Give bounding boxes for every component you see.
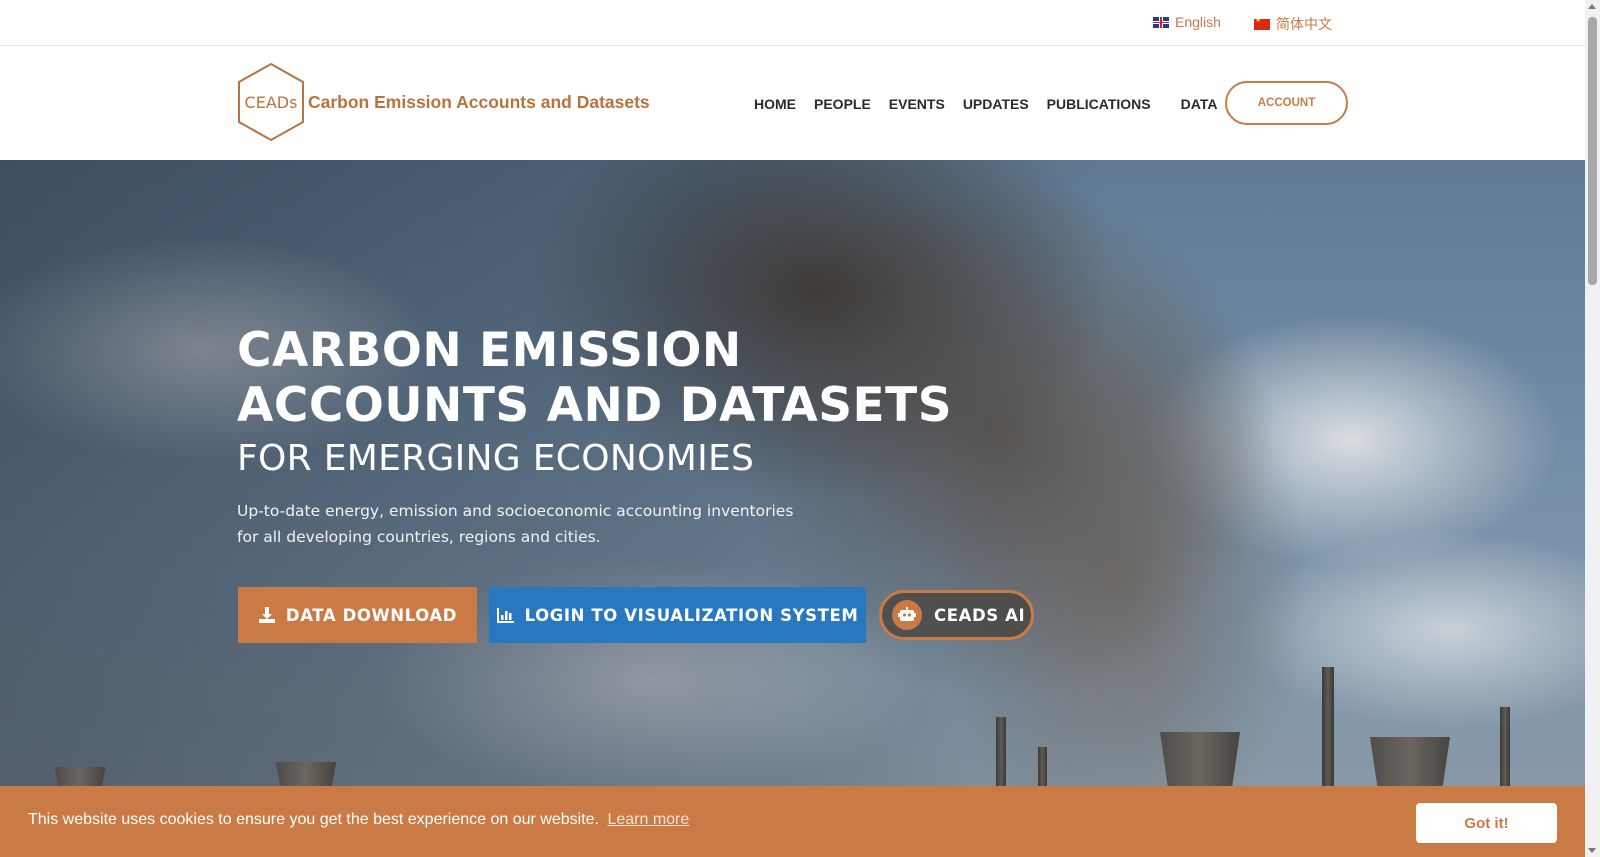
nav-events[interactable]: EVENTS	[889, 96, 945, 112]
download-icon	[258, 607, 275, 623]
account-button[interactable]: ACCOUNT	[1225, 81, 1348, 125]
language-english-link[interactable]: English	[1153, 14, 1221, 30]
ceads-ai-button[interactable]: CEADS AI	[879, 590, 1034, 640]
nav-home[interactable]: HOME	[754, 96, 796, 112]
cookie-learn-more-link[interactable]: Learn more	[607, 811, 689, 828]
hero-subtitle: FOR EMERGING ECONOMIES	[237, 438, 755, 479]
cookie-message-text: This website uses cookies to ensure you …	[28, 811, 599, 828]
language-english-label: English	[1175, 14, 1221, 30]
hero-description-line-2: for all developing countries, regions an…	[237, 528, 601, 546]
language-chinese-link[interactable]: 简体中文	[1254, 14, 1332, 34]
uk-flag-icon	[1153, 16, 1169, 28]
hero-description-line-1: Up-to-date energy, emission and socioeco…	[237, 502, 794, 520]
page-scrollbar[interactable]	[1585, 0, 1600, 857]
scroll-up-arrow-icon[interactable]	[1588, 4, 1596, 9]
data-download-label: DATA DOWNLOAD	[285, 605, 458, 625]
language-bar: English 简体中文	[0, 0, 1585, 46]
login-visualization-button[interactable]: LOGIN TO VISUALIZATION SYSTEM	[489, 587, 866, 643]
hero-title: CARBON EMISSION ACCOUNTS AND DATASETS	[237, 323, 952, 433]
hero-description: Up-to-date energy, emission and socioeco…	[237, 498, 797, 550]
china-flag-icon	[1254, 18, 1270, 30]
scrollbar-thumb[interactable]	[1588, 17, 1597, 285]
nav-publications[interactable]: PUBLICATIONS	[1047, 96, 1151, 112]
site-header: CEADs Carbon Emission Accounts and Datas…	[0, 46, 1585, 160]
hero-title-line-1: CARBON EMISSION	[237, 323, 742, 378]
nav-updates[interactable]: UPDATES	[963, 96, 1029, 112]
ceads-ai-label: CEADS AI	[934, 605, 1026, 625]
bar-chart-icon	[496, 608, 514, 623]
site-name[interactable]: Carbon Emission Accounts and Datasets	[308, 92, 650, 113]
nav-people[interactable]: PEOPLE	[814, 96, 871, 112]
logo-mark-text: CEADs	[245, 93, 298, 112]
hero-banner: CARBON EMISSION ACCOUNTS AND DATASETS FO…	[0, 160, 1585, 857]
hero-title-line-2: ACCOUNTS AND DATASETS	[237, 378, 953, 433]
robot-icon	[892, 600, 922, 630]
language-chinese-label: 简体中文	[1276, 16, 1332, 32]
nav-data[interactable]: DATA	[1181, 96, 1218, 112]
ceads-logo[interactable]: CEADs	[236, 62, 306, 142]
login-visualization-label: LOGIN TO VISUALIZATION SYSTEM	[524, 605, 859, 625]
main-nav: HOME PEOPLE EVENTS UPDATES PUBLICATIONS …	[754, 96, 1235, 112]
cookie-message: This website uses cookies to ensure you …	[28, 811, 689, 829]
cookie-accept-button[interactable]: Got it!	[1416, 803, 1557, 843]
scroll-down-arrow-icon[interactable]	[1588, 848, 1596, 853]
cookie-consent-bar: This website uses cookies to ensure you …	[0, 786, 1585, 857]
data-download-button[interactable]: DATA DOWNLOAD	[238, 587, 477, 643]
